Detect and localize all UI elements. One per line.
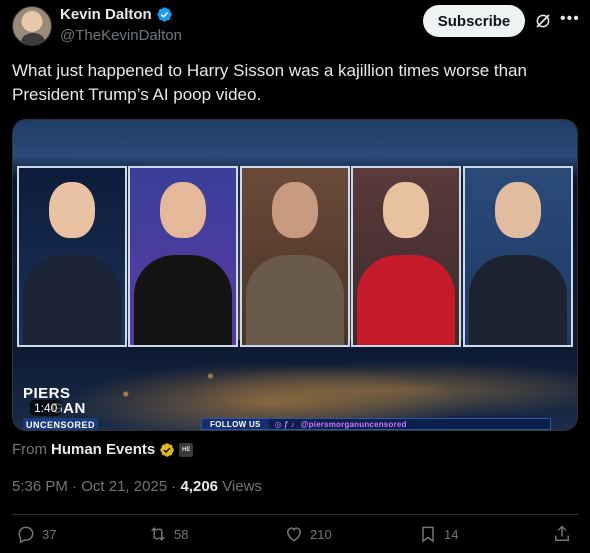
bookmark-button[interactable]: 14	[418, 524, 458, 544]
org-affiliate-badge: HE	[179, 442, 194, 457]
show-logo-line-3: UNCENSORED	[23, 418, 99, 430]
video-panel-3	[240, 166, 350, 347]
share-icon	[555, 525, 569, 541]
action-bar: 37 58 210 14	[12, 524, 578, 550]
show-logo-line-1: PIERS	[23, 385, 71, 402]
tweet-header: Kevin Dalton @TheKevinDalton Subscribe •…	[12, 4, 579, 48]
divider	[12, 514, 578, 515]
source-org-link[interactable]: Human Events	[51, 441, 155, 458]
follow-handle: @piersmorganuncensored	[300, 419, 407, 429]
meta-separator-1: ·	[72, 478, 78, 495]
like-button[interactable]: 210	[284, 524, 332, 544]
tweet-meta: 5:36 PM · Oct 21, 2025 · 4,206 Views	[12, 478, 262, 495]
tweet-date[interactable]: Oct 21, 2025	[81, 478, 167, 495]
social-icons: ◎ ƒ ♪	[274, 419, 295, 429]
bookmark-icon	[422, 526, 434, 543]
video-player[interactable]: PIERS GAN UNCENSORED 1:40 FOLLOW US ◎ ƒ …	[12, 119, 578, 431]
grok-icon[interactable]	[534, 12, 552, 30]
heart-icon	[286, 527, 302, 542]
video-panel-1	[17, 166, 127, 347]
repost-icon	[151, 527, 165, 541]
views-label: Views	[222, 478, 262, 495]
verified-badge-icon	[157, 7, 172, 22]
source-prefix: From	[12, 441, 47, 458]
more-icon[interactable]: •••	[560, 10, 579, 30]
video-duration: 1:40	[30, 400, 62, 416]
reply-button[interactable]: 37	[16, 524, 56, 544]
avatar[interactable]	[12, 6, 52, 46]
repost-button[interactable]: 58	[148, 524, 188, 544]
meta-separator-2: ·	[171, 478, 177, 495]
video-panel-4	[351, 166, 461, 347]
views-count: 4,206	[180, 478, 219, 495]
author-name-row[interactable]: Kevin Dalton	[60, 6, 173, 23]
repost-count: 58	[174, 526, 189, 542]
subscribe-button[interactable]: Subscribe	[423, 5, 525, 37]
tweet-text: What just happened to Harry Sisson was a…	[12, 61, 527, 104]
author-name[interactable]: Kevin Dalton	[60, 6, 152, 23]
reply-icon	[18, 526, 34, 544]
author-block: Kevin Dalton @TheKevinDalton	[60, 6, 182, 44]
bookmark-count: 14	[444, 526, 459, 542]
follow-banner: FOLLOW US ◎ ƒ ♪ @piersmorganuncensored	[201, 418, 551, 430]
video-panel-2	[128, 166, 238, 347]
author-handle[interactable]: @TheKevinDalton	[60, 27, 182, 44]
video-panel-5	[463, 166, 573, 347]
like-count: 210	[310, 526, 332, 542]
follow-label: FOLLOW US	[202, 419, 269, 429]
tweet-time[interactable]: 5:36 PM	[12, 478, 68, 495]
reply-count: 37	[42, 526, 57, 542]
share-button[interactable]	[552, 524, 572, 544]
gold-verified-badge-icon	[160, 442, 175, 457]
media-source: From Human Events HE	[12, 441, 194, 458]
